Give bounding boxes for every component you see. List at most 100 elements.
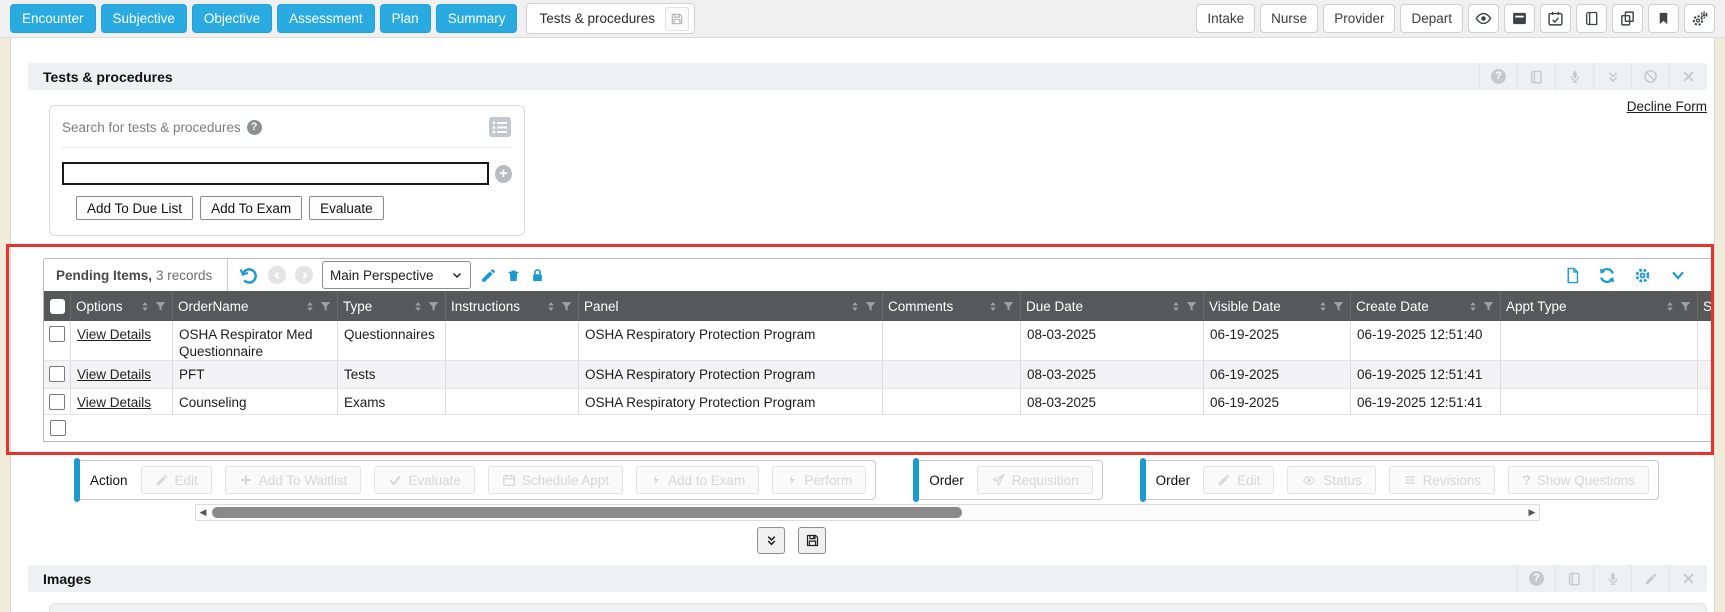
calendar-check-button[interactable] — [1540, 4, 1571, 33]
filter-icon[interactable] — [154, 300, 167, 313]
status-button[interactable]: Status — [1287, 466, 1375, 494]
order-edit-button[interactable]: Edit — [1203, 466, 1274, 494]
row-checkbox[interactable] — [49, 326, 65, 342]
sort-icon[interactable] — [304, 300, 316, 313]
perspective-select[interactable]: Main Perspective — [322, 261, 471, 289]
row-checkbox[interactable] — [50, 420, 66, 436]
view-details-link[interactable]: View Details — [77, 366, 151, 383]
list-view-icon[interactable] — [488, 116, 512, 138]
collapse-icon[interactable] — [1593, 63, 1631, 90]
expand-more-button[interactable] — [757, 527, 785, 554]
depart-button[interactable]: Depart — [1400, 4, 1463, 33]
sort-icon[interactable] — [412, 300, 424, 313]
sort-icon[interactable] — [139, 300, 151, 313]
scrollbar-thumb[interactable] — [212, 507, 962, 518]
undo-icon[interactable] — [238, 265, 259, 286]
previous-page-icon[interactable] — [268, 266, 286, 284]
view-details-link[interactable]: View Details — [77, 394, 151, 411]
sort-icon[interactable] — [987, 300, 999, 313]
archive-button[interactable] — [1504, 4, 1535, 33]
evaluate-button[interactable]: Evaluate — [309, 196, 384, 220]
requisition-button[interactable]: Requisition — [977, 466, 1093, 494]
tab-subjective[interactable]: Subjective — [101, 4, 187, 33]
disable-icon[interactable] — [1631, 63, 1669, 90]
search-input[interactable] — [62, 162, 489, 185]
tab-tests-procedures-active[interactable]: Tests & procedures — [526, 3, 695, 34]
save-tab-button[interactable] — [665, 7, 689, 31]
evaluate-action-button[interactable]: Evaluate — [374, 466, 475, 494]
filter-icon[interactable] — [319, 300, 332, 313]
filter-icon[interactable] — [560, 300, 573, 313]
filter-icon[interactable] — [1185, 300, 1198, 313]
column-header-cutoff[interactable]: S — [1698, 291, 1714, 321]
bookmark-button[interactable] — [1648, 4, 1679, 33]
lock-icon[interactable] — [530, 267, 545, 284]
revisions-button[interactable]: Revisions — [1389, 466, 1496, 494]
horizontal-scrollbar[interactable]: ◀ ▶ — [195, 504, 1540, 521]
next-page-icon[interactable] — [295, 266, 313, 284]
filter-icon[interactable] — [1002, 300, 1015, 313]
new-document-icon[interactable] — [1564, 266, 1581, 285]
column-header-panel[interactable]: Panel — [579, 291, 883, 321]
column-header-options[interactable]: Options — [71, 291, 173, 321]
provider-button[interactable]: Provider — [1323, 4, 1395, 33]
tab-objective[interactable]: Objective — [192, 4, 272, 33]
tab-encounter[interactable]: Encounter — [10, 4, 96, 33]
row-select-cell[interactable] — [44, 321, 71, 360]
tab-summary[interactable]: Summary — [436, 4, 518, 33]
add-to-waitlist-button[interactable]: Add To Waitlist — [225, 466, 362, 494]
copy-button[interactable] — [1612, 4, 1643, 33]
delete-perspective-icon[interactable] — [506, 267, 521, 284]
scroll-right-icon[interactable]: ▶ — [1525, 508, 1539, 517]
search-help-icon[interactable]: ? — [247, 120, 262, 135]
collapse-grid-icon[interactable] — [1668, 268, 1688, 283]
microphone-icon[interactable] — [1555, 63, 1593, 90]
schedule-appt-button[interactable]: Schedule Appt — [488, 466, 623, 494]
filter-icon[interactable] — [1482, 300, 1495, 313]
microphone-icon[interactable] — [1593, 565, 1631, 592]
column-header-visible-date[interactable]: Visible Date — [1204, 291, 1351, 321]
show-questions-button[interactable]: ? Show Questions — [1508, 466, 1649, 494]
filter-icon[interactable] — [1332, 300, 1345, 313]
help-icon[interactable]: ? — [1479, 63, 1517, 90]
eye-button[interactable] — [1468, 4, 1499, 33]
sort-icon[interactable] — [1664, 300, 1676, 313]
journal-icon[interactable] — [1555, 565, 1593, 592]
sort-icon[interactable] — [849, 300, 861, 313]
row-select-cell[interactable] — [44, 389, 71, 414]
edit-pencil-icon[interactable] — [1631, 565, 1669, 592]
add-to-exam-button[interactable]: Add To Exam — [200, 196, 302, 220]
add-icon[interactable]: + — [495, 165, 512, 183]
journal-icon[interactable] — [1517, 63, 1555, 90]
row-select-cell[interactable] — [44, 361, 71, 388]
edit-perspective-icon[interactable] — [480, 267, 497, 284]
edit-button[interactable]: Edit — [141, 466, 212, 494]
filter-icon[interactable] — [427, 300, 440, 313]
refresh-icon[interactable] — [1597, 266, 1617, 285]
save-button[interactable] — [798, 527, 826, 554]
view-details-link[interactable]: View Details — [77, 326, 151, 343]
close-icon[interactable] — [1669, 565, 1707, 592]
sort-icon[interactable] — [1170, 300, 1182, 313]
journal-button[interactable] — [1576, 4, 1607, 33]
column-header-appt-type[interactable]: Appt Type — [1501, 291, 1698, 321]
row-checkbox[interactable] — [49, 394, 65, 410]
scrollbar-track[interactable] — [210, 506, 1525, 519]
column-header-instructions[interactable]: Instructions — [446, 291, 579, 321]
column-header-comments[interactable]: Comments — [883, 291, 1021, 321]
decline-form-link[interactable]: Decline Form — [1627, 99, 1707, 114]
add-to-exam-action-button[interactable]: Add to Exam — [636, 466, 759, 494]
close-icon[interactable] — [1669, 63, 1707, 90]
column-header-create-date[interactable]: Create Date — [1351, 291, 1501, 321]
select-all-cell[interactable] — [44, 291, 71, 321]
settings-button[interactable] — [1684, 4, 1715, 33]
filter-icon[interactable] — [864, 300, 877, 313]
scroll-left-icon[interactable]: ◀ — [196, 508, 210, 517]
sort-icon[interactable] — [545, 300, 557, 313]
nurse-button[interactable]: Nurse — [1260, 4, 1318, 33]
column-header-due-date[interactable]: Due Date — [1021, 291, 1204, 321]
help-icon[interactable]: ? — [1517, 565, 1555, 592]
add-to-due-list-button[interactable]: Add To Due List — [76, 196, 193, 220]
tab-plan[interactable]: Plan — [380, 4, 431, 33]
tab-assessment[interactable]: Assessment — [277, 4, 375, 33]
